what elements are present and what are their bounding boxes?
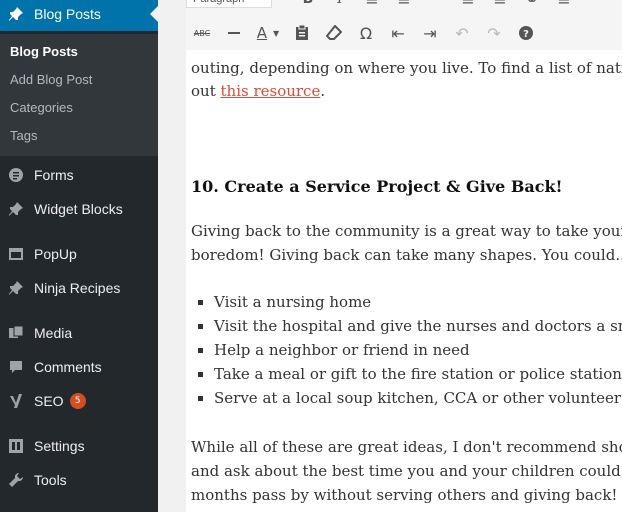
special-character-label: Ω (359, 23, 373, 43)
paragraph-line: While all of these are great ideas, I do… (191, 438, 622, 456)
toolbar-row-1: Paragraph B I ≡ ≡ ❝ ≡ ≡ ⚭ ≡ (186, 0, 580, 9)
paragraph-line: out this resource. (191, 79, 325, 103)
menu-item-popup[interactable]: PopUp (0, 237, 158, 271)
menu-item-forms[interactable]: Forms (0, 158, 158, 192)
comment-icon (8, 359, 24, 375)
list-bullet (198, 372, 203, 377)
seo-notification-badge: 5 (69, 393, 86, 409)
paragraph-line: boredom! Giving back can take many shape… (191, 246, 622, 264)
menu-item-widget-blocks[interactable]: Widget Blocks (0, 192, 158, 226)
special-character-icon[interactable]: Ω (350, 19, 382, 47)
menu-item-tools[interactable]: Tools (0, 463, 158, 497)
strikethrough-label: ABC (193, 28, 211, 38)
list-item: Take a meal or gift to the fire station … (214, 365, 622, 383)
align-right-icon[interactable]: ≡ (548, 0, 580, 13)
menu-label: SEO (34, 393, 64, 409)
menu-label: Comments (34, 359, 102, 375)
menu-label: Media (34, 325, 73, 341)
list-item: Help a neighbor or friend in need (214, 341, 470, 359)
menu-label: Tools (34, 472, 67, 488)
editor-content[interactable]: outing, depending on where you live. To … (186, 50, 622, 512)
paragraph-line: months pass by without serving others an… (191, 486, 618, 504)
align-center-icon[interactable]: ≡ (484, 0, 516, 13)
menu-label: PopUp (34, 246, 77, 262)
svg-text:?: ? (523, 29, 529, 40)
format-select[interactable]: Paragraph (186, 0, 272, 8)
editor-toolbar: Paragraph B I ≡ ≡ ❝ ≡ ≡ ⚭ ≡ ABC A▼ Ω ⇤ ⇥… (186, 0, 622, 51)
chevron-down-icon: ▼ (273, 28, 280, 38)
settings-icon (8, 438, 24, 454)
clear-formatting-icon[interactable] (318, 19, 350, 47)
resource-link[interactable]: this resource (221, 82, 321, 100)
blog-posts-submenu: Blog Posts Add Blog Post Categories Tags (0, 34, 158, 156)
list-item: Serve at a local soup kitchen, CCA or ot… (214, 389, 622, 407)
undo-icon[interactable]: ↶ (446, 19, 478, 47)
menu-item-seo[interactable]: SEO 5 (0, 384, 158, 418)
help-icon[interactable]: ? (510, 19, 542, 47)
list-bullet (198, 324, 203, 329)
popup-icon (8, 246, 24, 262)
list-bullet (198, 300, 203, 305)
paragraph-line: and ask about the best time you and your… (191, 462, 622, 480)
menu-label: Blog Posts (34, 6, 101, 22)
seo-icon (8, 393, 24, 409)
menu-item-settings[interactable]: Settings (0, 429, 158, 463)
text-color-label: A (256, 24, 268, 42)
list-bullet (198, 396, 203, 401)
section-heading: 10. Create a Service Project & Give Back… (191, 177, 563, 196)
menu-item-ninja-recipes[interactable]: Ninja Recipes (0, 271, 158, 305)
list-bullet (198, 348, 203, 353)
menu-item-comments[interactable]: Comments (0, 350, 158, 384)
submenu-item-categories[interactable]: Categories (10, 100, 73, 115)
indent-icon[interactable]: ⇥ (414, 19, 446, 47)
menu-label: Forms (34, 167, 74, 183)
submenu-item-tags[interactable]: Tags (10, 128, 37, 143)
pin-icon (8, 6, 24, 22)
menu-item-media[interactable]: Media (0, 316, 158, 350)
menu-label: Settings (34, 438, 85, 454)
forms-icon (8, 167, 24, 183)
menu-label: Widget Blocks (34, 201, 123, 217)
text-segment: . (320, 82, 326, 100)
paragraph-line: outing, depending on where you live. To … (191, 59, 622, 77)
bullet-list-icon[interactable]: ≡ (356, 0, 388, 13)
paragraph-line: Giving back to the community is a great … (191, 222, 622, 240)
pin-icon (8, 201, 24, 217)
pin-icon (8, 280, 24, 296)
admin-sidebar: Blog Posts Blog Posts Add Blog Post Cate… (0, 0, 158, 512)
post-editor: Paragraph B I ≡ ≡ ❝ ≡ ≡ ⚭ ≡ ABC A▼ Ω ⇤ ⇥… (158, 0, 622, 512)
menu-label: Ninja Recipes (34, 280, 121, 296)
text-color-icon[interactable]: A ▼ (250, 19, 286, 47)
link-icon[interactable]: ⚭ (516, 0, 548, 13)
menu-item-blog-posts[interactable]: Blog Posts (0, 0, 158, 31)
text-segment: out (191, 82, 221, 100)
numbered-list-icon[interactable]: ≡ (388, 0, 420, 13)
wrench-icon (8, 472, 24, 488)
submenu-item-blog-posts[interactable]: Blog Posts (10, 44, 78, 59)
bold-icon[interactable]: B (292, 0, 324, 13)
strikethrough-icon[interactable]: ABC (186, 19, 218, 47)
italic-icon[interactable]: I (324, 0, 356, 13)
toolbar-row-2: ABC A ▼ Ω ⇤ ⇥ ↶ ↷ ? (186, 19, 542, 47)
media-icon (8, 325, 24, 341)
paste-as-text-icon[interactable] (286, 19, 318, 47)
current-caret (150, 6, 158, 22)
align-left-icon[interactable]: ≡ (452, 0, 484, 13)
outdent-icon[interactable]: ⇤ (382, 19, 414, 47)
list-item: Visit a nursing home (214, 293, 372, 311)
horizontal-line-icon[interactable] (218, 19, 250, 47)
submenu-item-add-blog-post[interactable]: Add Blog Post (10, 72, 92, 87)
redo-icon[interactable]: ↷ (478, 19, 510, 47)
blockquote-icon[interactable]: ❝ (420, 0, 452, 13)
list-item: Visit the hospital and give the nurses a… (214, 317, 622, 335)
